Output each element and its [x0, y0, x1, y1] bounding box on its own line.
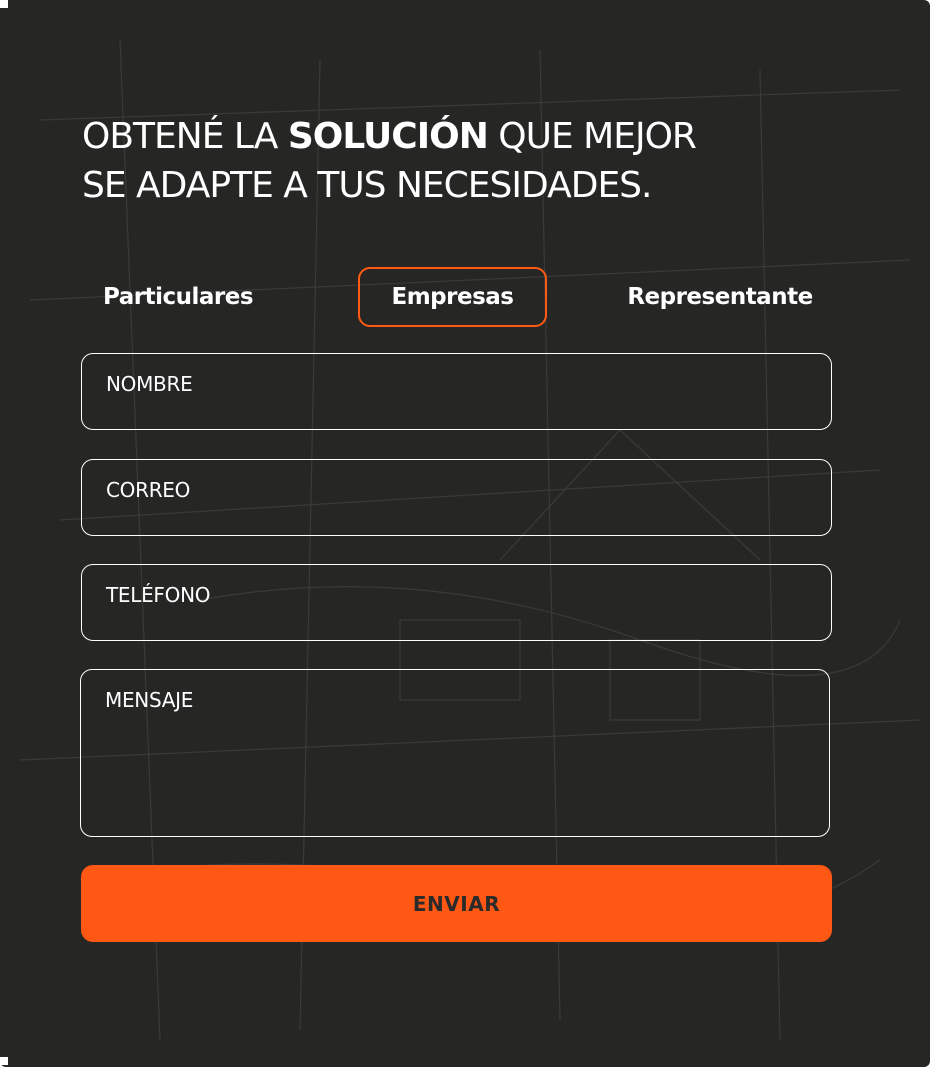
name-field[interactable]: NOMBRE — [81, 353, 832, 430]
headline-line-1: OBTENÉ LA SOLUCIÓN QUE MEJOR — [82, 112, 842, 161]
message-textarea[interactable]: MENSAJE — [80, 669, 830, 837]
tab-particulares[interactable]: Particulares — [83, 267, 273, 327]
phone-field[interactable]: TELÉFONO — [81, 564, 832, 641]
phone-field-label: TELÉFONO — [106, 583, 211, 607]
headline: OBTENÉ LA SOLUCIÓN QUE MEJOR SE ADAPTE A… — [82, 112, 842, 210]
email-field[interactable]: CORREO — [81, 459, 832, 536]
submit-button[interactable]: ENVIAR — [81, 865, 832, 942]
message-textarea-label: MENSAJE — [105, 688, 194, 712]
name-field-label: NOMBRE — [106, 372, 193, 396]
tab-empresas[interactable]: Empresas — [358, 267, 547, 327]
headline-emphasis: SOLUCIÓN — [287, 116, 489, 157]
contact-form-panel: OBTENÉ LA SOLUCIÓN QUE MEJOR SE ADAPTE A… — [0, 0, 930, 1067]
headline-text-end: QUE MEJOR — [498, 116, 697, 157]
corner-mark-bottom-left — [0, 1057, 8, 1065]
email-field-label: CORREO — [106, 478, 191, 502]
tab-representante[interactable]: Representante — [616, 267, 824, 327]
headline-text-start: OBTENÉ LA — [82, 116, 278, 157]
headline-line-2: SE ADAPTE A TUS NECESIDADES. — [82, 165, 652, 206]
corner-mark-top-left — [0, 0, 8, 8]
